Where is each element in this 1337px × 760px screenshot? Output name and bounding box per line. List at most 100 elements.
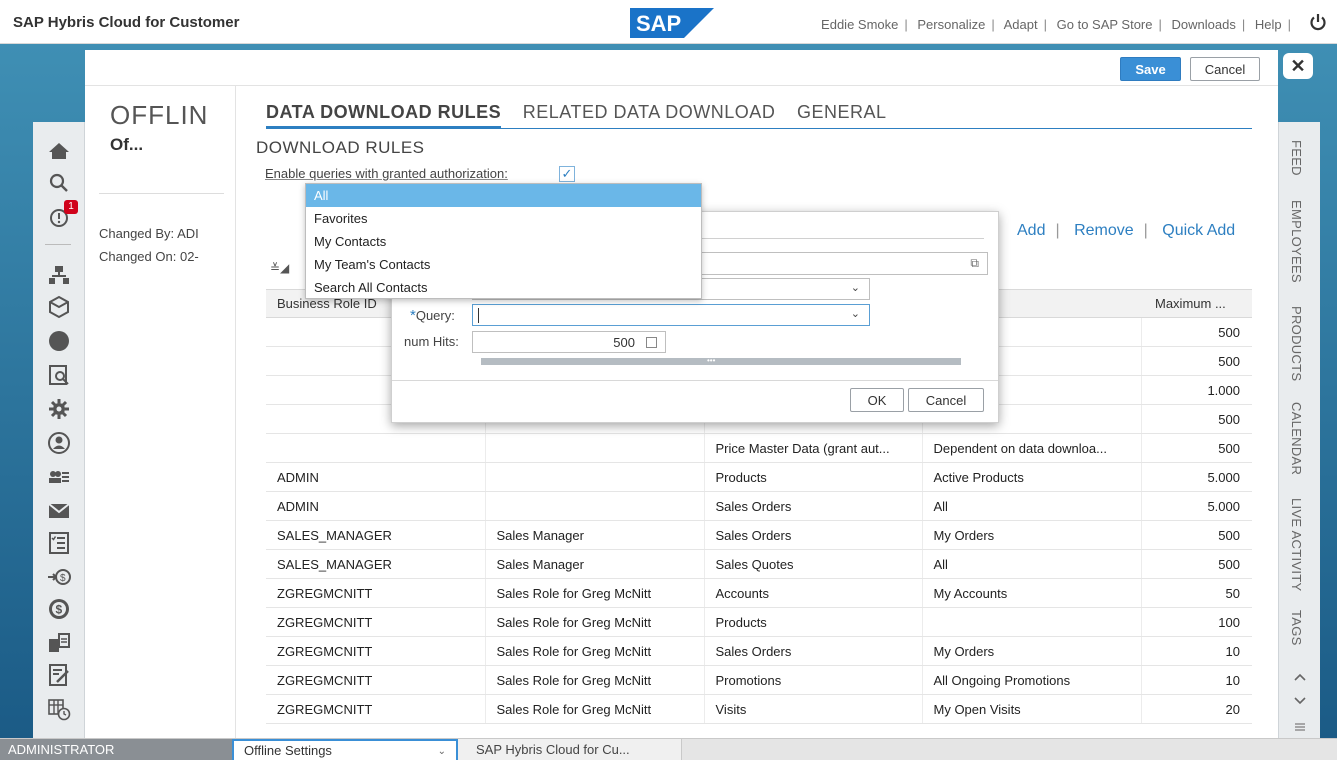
table-row[interactable]: ZGREGMCNITT Sales Role for Greg McNitt Sal… (266, 636, 1252, 666)
customer-search-icon[interactable] (46, 362, 72, 388)
side-tab-products[interactable]: PRODUCTS (1289, 306, 1304, 381)
table-cell: Dependent on data downloa... (922, 433, 1142, 463)
window-tab-offline-settings[interactable]: Offline Settings ⌄ (232, 739, 458, 760)
object-title: OFFLIN (110, 100, 209, 130)
side-tab-feed[interactable]: FEED (1289, 140, 1304, 176)
tab-general[interactable]: GENERAL (797, 102, 887, 126)
table-row[interactable]: ADMIN Products Active Products 5.000 (266, 462, 1252, 492)
table-cell: ADMIN (266, 462, 486, 492)
table-cell (266, 433, 486, 463)
home-icon[interactable] (46, 138, 72, 164)
side-tab-calendar[interactable]: CALENDAR (1289, 402, 1304, 475)
table-cell: Sales Manager (485, 520, 705, 550)
dropdown-option-all[interactable]: All (306, 184, 701, 207)
side-tab-employees[interactable]: EMPLOYEES (1289, 200, 1304, 283)
dropdown-option-search-all-contacts[interactable]: Search All Contacts (306, 276, 701, 299)
tab-related-data-download[interactable]: RELATED DATA DOWNLOAD (523, 102, 776, 126)
downloads-link[interactable]: Downloads (1172, 17, 1236, 32)
table-cell: 500 (1141, 549, 1252, 579)
table-row[interactable]: ZGREGMCNITT Sales Role for Greg McNitt Vis… (266, 694, 1252, 724)
sort-icon[interactable]: ≚◢ (270, 261, 289, 275)
table-cell: My Orders (922, 636, 1142, 666)
save-button[interactable]: Save (1120, 57, 1181, 81)
circle-icon[interactable] (46, 328, 72, 354)
table-row[interactable]: SALES_MANAGER Sales Manager Sales Orders My… (266, 520, 1252, 550)
dialog-scrollbar[interactable]: ••• (481, 357, 961, 365)
object-subtitle: Of... (110, 135, 144, 154)
table-row[interactable]: ZGREGMCNITT Sales Role for Greg McNitt Pro… (266, 665, 1252, 695)
remove-link[interactable]: Remove (1074, 222, 1134, 239)
table-row[interactable]: ADMIN Sales Orders All 5.000 (266, 491, 1252, 521)
products-icon[interactable] (46, 294, 72, 320)
scroll-grip-icon[interactable]: ••• (707, 357, 715, 365)
side-tab-live-activity[interactable]: LIVE ACTIVITY (1289, 498, 1304, 591)
dropdown-option-my-teams-contacts[interactable]: My Team's Contacts (306, 253, 701, 276)
query-select[interactable]: ⌄ (472, 304, 870, 326)
gear-icon[interactable] (46, 396, 72, 422)
open-window-icon[interactable]: ⧉ (970, 256, 979, 271)
app-title: SAP Hybris Cloud for Customer (13, 14, 240, 31)
close-icon[interactable]: ✕ (1283, 53, 1313, 79)
dropdown-option-my-contacts[interactable]: My Contacts (306, 230, 701, 253)
table-cell: ZGREGMCNITT (266, 607, 486, 637)
table-cell (485, 462, 705, 492)
cancel-button[interactable]: Cancel (1190, 57, 1260, 81)
chevron-down-icon[interactable]: ⌄ (851, 307, 860, 320)
personalize-link[interactable]: Personalize (917, 17, 985, 32)
window-tab-sap-hybris[interactable]: SAP Hybris Cloud for Cu... (458, 739, 682, 760)
table-row[interactable]: ZGREGMCNITT Sales Role for Greg McNitt Pro… (266, 607, 1252, 637)
sap-logo-text: SAP (636, 11, 681, 36)
left-nav-divider (45, 244, 71, 245)
checklist-icon[interactable] (46, 530, 72, 556)
section-title: DOWNLOAD RULES (256, 138, 425, 157)
edit-document-icon[interactable] (46, 662, 72, 688)
sap-store-link[interactable]: Go to SAP Store (1057, 17, 1153, 32)
help-link[interactable]: Help (1255, 17, 1282, 32)
ok-button[interactable]: OK (850, 388, 904, 412)
calculator-icon[interactable] (646, 337, 657, 348)
table-cell: 1.000 (1141, 375, 1252, 405)
payment-icon[interactable]: $ (46, 564, 72, 590)
chevron-down-icon[interactable]: ⌄ (438, 742, 446, 760)
team-list-icon[interactable] (46, 464, 72, 490)
adapt-link[interactable]: Adapt (1004, 17, 1038, 32)
table-cell: SALES_MANAGER (266, 520, 486, 550)
scroll-up-icon[interactable] (1293, 670, 1307, 684)
org-chart-icon[interactable] (46, 262, 72, 288)
dropdown-option-favorites[interactable]: Favorites (306, 207, 701, 230)
tab-data-download-rules[interactable]: DATA DOWNLOAD RULES (266, 102, 502, 129)
table-row[interactable]: ZGREGMCNITT Sales Role for Greg McNitt Acc… (266, 578, 1252, 608)
chevron-down-icon[interactable]: ⌄ (851, 281, 860, 294)
tab-underline (266, 128, 1252, 129)
user-name-link[interactable]: Eddie Smoke (821, 17, 898, 32)
power-icon[interactable] (1309, 13, 1327, 31)
query-dropdown-list: All Favorites My Contacts My Team's Cont… (305, 183, 702, 299)
side-tab-tags[interactable]: TAGS (1289, 610, 1304, 646)
table-cell: ZGREGMCNITT (266, 636, 486, 666)
enable-queries-checkbox[interactable]: ✓ (559, 166, 575, 182)
quick-add-link[interactable]: Quick Add (1162, 222, 1235, 239)
mail-icon[interactable] (46, 498, 72, 524)
dialog-cancel-button[interactable]: Cancel (908, 388, 984, 412)
overflow-menu-icon[interactable] (1293, 720, 1307, 734)
bottom-tab-bar: ADMINISTRATOR Offline Settings ⌄ SAP Hyb… (0, 738, 1337, 760)
scroll-down-icon[interactable] (1293, 694, 1307, 708)
maximum-hits-input[interactable]: 500 (472, 331, 666, 353)
sap-logo: SAP (630, 8, 714, 38)
table-cell: Sales Quotes (704, 549, 923, 579)
object-divider (99, 193, 224, 194)
person-icon[interactable] (46, 430, 72, 456)
maximum-hits-label: num Hits: (404, 334, 459, 349)
column-header[interactable]: Maximum ... (1141, 289, 1252, 318)
table-cell: Products (704, 607, 923, 637)
table-cell: 20 (1141, 694, 1252, 724)
add-link[interactable]: Add (1017, 222, 1045, 239)
table-row[interactable]: Price Master Data (grant aut... Dependent… (266, 433, 1252, 463)
schedule-icon[interactable] (46, 696, 72, 722)
table-row[interactable]: SALES_MANAGER Sales Manager Sales Quotes Al… (266, 549, 1252, 579)
table-actions: Add | Remove | Quick Add (1017, 222, 1236, 239)
search-icon[interactable] (46, 170, 72, 196)
document-transfer-icon[interactable] (46, 630, 72, 656)
dollar-icon[interactable]: $ (46, 596, 72, 622)
table-cell: Accounts (704, 578, 923, 608)
